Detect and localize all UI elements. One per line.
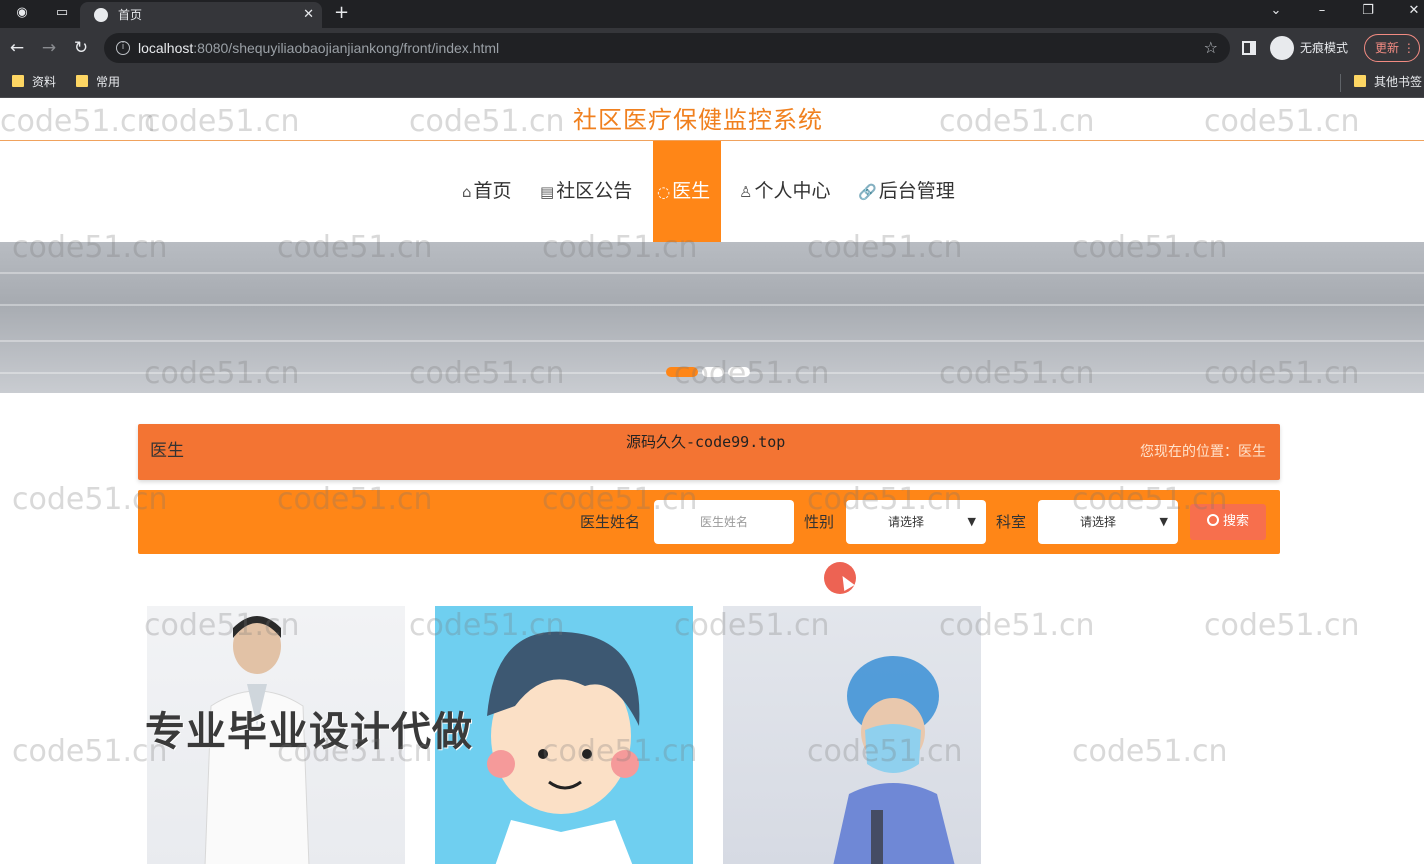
promo-overlay-text: 专业毕业设计代做: [145, 709, 473, 755]
main-nav: ⌂ 首页 ▤ 社区公告 ◌ 医生 ♙ 个人中心 🔗 后台管理: [0, 141, 1424, 242]
globe-icon: [94, 8, 108, 22]
nav-admin[interactable]: 🔗 后台管理: [858, 141, 962, 242]
reload-button[interactable]: ↻: [70, 37, 92, 59]
department-select[interactable]: 请选择 ▼: [1038, 500, 1178, 544]
department-label: 科室: [996, 513, 1027, 531]
tab-search-icon[interactable]: ▭: [52, 4, 72, 22]
doctor-card-2[interactable]: [435, 606, 693, 864]
breadcrumb: 您现在的位置：医生: [1140, 444, 1266, 460]
chevron-down-icon[interactable]: ⌄: [1266, 2, 1286, 20]
info-icon[interactable]: i: [116, 41, 130, 55]
url-text[interactable]: localhost:8080/shequyiliaobaojianjiankon…: [138, 39, 499, 57]
bookmark-folder-1[interactable]: 资料: [12, 74, 56, 90]
nav-doctors[interactable]: ◌ 医生: [653, 141, 721, 242]
bookmark-star-icon[interactable]: ☆: [1204, 38, 1218, 58]
tab-title: 首页: [118, 8, 143, 22]
search-button[interactable]: 搜索: [1190, 504, 1266, 540]
folder-icon: [76, 75, 88, 87]
gender-label: 性别: [804, 513, 835, 531]
nav-profile[interactable]: ♙ 个人中心: [739, 141, 843, 242]
back-button[interactable]: ←: [6, 37, 28, 59]
restore-button[interactable]: ❐: [1358, 2, 1378, 20]
nav-notices[interactable]: ▤ 社区公告: [540, 141, 644, 242]
close-window-button[interactable]: ✕: [1404, 2, 1424, 20]
section-center-text: 源码久久-code99.top: [626, 433, 786, 451]
carousel-dot-1[interactable]: [666, 367, 698, 377]
doctor-photo-3: [833, 656, 955, 864]
address-bar[interactable]: i localhost:8080/shequyiliaobaojianjiank…: [104, 33, 1230, 63]
doctor-card-3[interactable]: [723, 606, 981, 864]
close-tab-icon[interactable]: ✕: [303, 6, 314, 24]
chevron-down-icon: ▼: [967, 515, 976, 528]
home-icon: ⌂: [462, 183, 472, 201]
section-header: 医生 源码久久-code99.top 您现在的位置：医生: [138, 424, 1280, 480]
web-page: 社区医疗保健监控系统 ⌂ 首页 ▤ 社区公告 ◌ 医生 ♙ 个人中心 🔗 后台管理 医生 …: [0, 99, 1424, 864]
carousel-dot-3[interactable]: [728, 367, 750, 377]
browser-tab-strip: ◉ ▭ 首页 ✕ + ⌄ – ❐ ✕: [0, 0, 1424, 28]
doctor-name-input[interactable]: 医生姓名: [654, 500, 794, 544]
doctor-icon: ◌: [657, 183, 671, 201]
incognito-icon: [1270, 36, 1294, 60]
site-title: 社区医疗保健监控系统: [573, 106, 823, 134]
banner-carousel[interactable]: [0, 242, 1424, 393]
incognito-label: 无痕模式: [1300, 41, 1349, 55]
section-title: 医生: [150, 441, 184, 461]
minimize-button[interactable]: –: [1312, 2, 1332, 20]
folder-icon: [1354, 75, 1366, 87]
browser-tab[interactable]: 首页 ✕: [80, 2, 322, 28]
side-panel-icon[interactable]: [1242, 41, 1256, 55]
carousel-indicators: [666, 362, 754, 381]
carousel-dot-2[interactable]: [702, 367, 724, 377]
chevron-down-icon: ▼: [1159, 515, 1168, 528]
browser-toolbar: ← → ↻ i localhost:8080/shequyiliaobaojia…: [0, 28, 1424, 68]
notice-icon: ▤: [540, 183, 555, 201]
search-bar: 医生姓名 医生姓名 性别 请选择 ▼ 科室 请选择 ▼ 搜索: [138, 490, 1280, 554]
bookmarks-divider: [1340, 74, 1341, 92]
browser-menu-icon[interactable]: ◉: [12, 4, 32, 22]
doctor-photo-2: [487, 631, 640, 864]
search-icon: [1206, 514, 1219, 526]
nav-home[interactable]: ⌂ 首页: [462, 141, 524, 242]
other-bookmarks[interactable]: 其他书签: [1354, 74, 1422, 90]
link-icon: 🔗: [858, 183, 877, 201]
bookmarks-bar: 资料 常用 其他书签: [0, 68, 1424, 98]
gender-select[interactable]: 请选择 ▼: [846, 500, 986, 544]
update-button[interactable]: 更新 ⋮: [1364, 34, 1420, 62]
doctor-name-label: 医生姓名: [580, 513, 641, 531]
bookmark-folder-2[interactable]: 常用: [76, 74, 120, 90]
folder-icon: [12, 75, 24, 87]
user-icon: ♙: [739, 183, 753, 201]
new-tab-button[interactable]: +: [334, 2, 349, 24]
forward-button[interactable]: →: [38, 37, 60, 59]
